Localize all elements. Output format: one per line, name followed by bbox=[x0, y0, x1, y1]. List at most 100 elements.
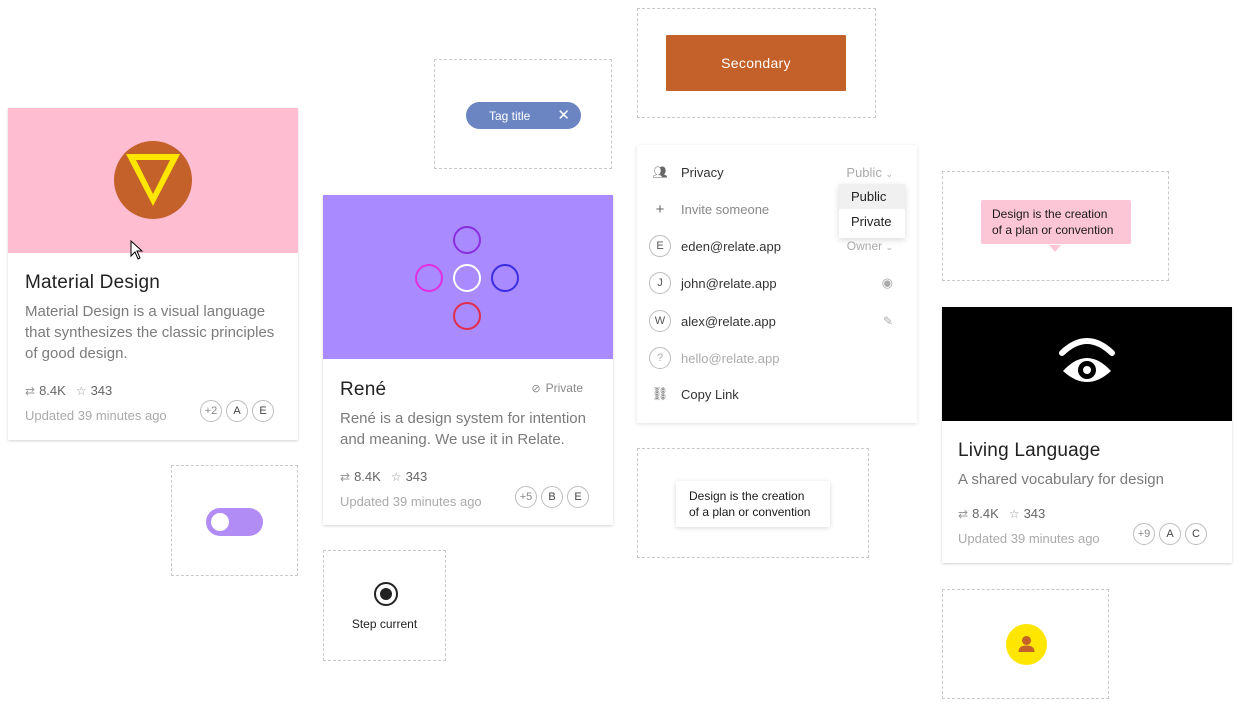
copy-link-label[interactable]: Copy Link bbox=[681, 387, 739, 402]
privacy-select[interactable]: Public ⌄ bbox=[846, 165, 893, 180]
avatar-more[interactable]: +2 bbox=[200, 400, 222, 422]
card-stats: ⇄ 8.4K ☆ 343 bbox=[25, 383, 112, 398]
privacy-dropdown[interactable]: Public Private bbox=[839, 184, 905, 238]
eye-icon[interactable]: ◉ bbox=[882, 275, 893, 291]
member-email: hello@relate.app bbox=[681, 350, 780, 366]
star-count: 343 bbox=[405, 469, 428, 484]
avatar-more[interactable]: +9 bbox=[1133, 523, 1155, 545]
step-label: Step current bbox=[351, 617, 418, 631]
fork-count: 8.4K bbox=[39, 383, 66, 398]
privacy-label: Privacy bbox=[681, 164, 724, 180]
tag-frame: Tag title ✕ bbox=[434, 59, 612, 169]
fork-icon: ⇄ bbox=[958, 506, 969, 521]
member-row[interactable]: J john@relate.app ◉ bbox=[649, 270, 905, 296]
avatar[interactable]: C bbox=[1185, 523, 1207, 545]
member-avatar: W bbox=[649, 310, 671, 332]
people-icon: 👥︎ bbox=[652, 165, 668, 179]
member-avatar: J bbox=[649, 272, 671, 294]
fork-count: 8.4K bbox=[972, 506, 999, 521]
tag-chip: Tag title ✕ bbox=[466, 102, 581, 129]
fork-icon: ⇄ bbox=[340, 469, 351, 484]
card-description: A shared vocabulary for design bbox=[958, 471, 1164, 488]
tag-label: Tag title bbox=[489, 108, 531, 123]
fork-icon: ⇄ bbox=[25, 383, 36, 398]
material-logo-icon bbox=[114, 141, 192, 219]
privacy-value: Public bbox=[846, 164, 882, 180]
member-email: john@relate.app bbox=[681, 275, 777, 291]
avatar-frame bbox=[942, 589, 1109, 699]
rene-logo-icon bbox=[415, 226, 519, 330]
avatar[interactable]: B bbox=[541, 486, 563, 508]
avatar[interactable]: A bbox=[1159, 523, 1181, 545]
member-email: eden@relate.app bbox=[681, 238, 781, 254]
avatar[interactable]: E bbox=[252, 400, 274, 422]
eye-off-icon: ⊘ bbox=[531, 382, 541, 395]
tooltip-frame: Design is the creation of a plan or conv… bbox=[637, 448, 869, 558]
tooltip-frame: Design is the creation of a plan or conv… bbox=[942, 171, 1169, 281]
card-title: René bbox=[340, 379, 387, 400]
updated-text: Updated 39 minutes ago bbox=[958, 531, 1100, 546]
updated-text: Updated 39 minutes ago bbox=[340, 494, 482, 509]
star-count: 343 bbox=[1023, 506, 1046, 521]
card-media bbox=[942, 307, 1232, 421]
tooltip-white: Design is the creation of a plan or conv… bbox=[676, 481, 830, 527]
chevron-down-icon: ⌄ bbox=[885, 168, 893, 179]
user-avatar[interactable] bbox=[1006, 624, 1047, 665]
star-icon: ☆ bbox=[390, 469, 402, 484]
visibility-label: Private bbox=[545, 381, 583, 395]
updated-text: Updated 39 minutes ago bbox=[25, 408, 167, 423]
role-value: Owner bbox=[846, 239, 883, 253]
person-icon bbox=[1018, 636, 1035, 652]
member-avatar: E bbox=[649, 235, 671, 257]
visibility-badge: ⊘ Private bbox=[531, 381, 583, 395]
pencil-icon[interactable]: ✎ bbox=[883, 314, 893, 328]
button-frame: Secondary bbox=[637, 8, 876, 118]
toggle-switch[interactable] bbox=[206, 508, 263, 536]
avatar-more[interactable]: +5 bbox=[515, 486, 537, 508]
card-description: Material Design is a visual language tha… bbox=[25, 303, 275, 362]
card-title: Living Language bbox=[958, 440, 1101, 461]
star-count: 343 bbox=[90, 383, 113, 398]
tooltip-pink: Design is the creation of a plan or conv… bbox=[981, 200, 1131, 244]
avatar-group[interactable]: +2 A E bbox=[200, 400, 274, 422]
mouse-cursor-icon bbox=[130, 240, 144, 260]
member-email: alex@relate.app bbox=[681, 313, 776, 329]
dropdown-option[interactable]: Public bbox=[839, 184, 905, 209]
invite-input[interactable]: Invite someone bbox=[681, 202, 769, 217]
toggle-frame bbox=[171, 465, 298, 576]
fork-count: 8.4K bbox=[354, 469, 381, 484]
copy-link-row[interactable]: ⛓︎ Copy Link bbox=[649, 381, 905, 407]
avatar[interactable]: A bbox=[226, 400, 248, 422]
card-title: Material Design bbox=[25, 272, 160, 293]
secondary-button[interactable]: Secondary bbox=[666, 35, 846, 91]
plus-icon: + bbox=[655, 200, 665, 218]
card-stats: ⇄ 8.4K ☆ 343 bbox=[958, 506, 1045, 521]
eye-logo-icon bbox=[1059, 338, 1115, 382]
card-material-design[interactable]: Material Design Material Design is a vis… bbox=[8, 108, 298, 440]
step-frame: Step current bbox=[323, 550, 446, 661]
chevron-down-icon: ⌄ bbox=[885, 242, 893, 252]
radio-selected-icon[interactable] bbox=[373, 581, 399, 607]
toggle-knob bbox=[211, 513, 229, 531]
link-icon: ⛓︎ bbox=[651, 386, 669, 401]
card-description: René is a design system for intention an… bbox=[340, 410, 586, 448]
member-avatar: ? bbox=[649, 347, 671, 369]
avatar-group[interactable]: +9 A C bbox=[1133, 523, 1207, 545]
card-rene[interactable]: René ⊘ Private René is a design system f… bbox=[323, 195, 613, 525]
member-row[interactable]: ? hello@relate.app bbox=[649, 345, 905, 371]
avatar[interactable]: E bbox=[567, 486, 589, 508]
card-living-language[interactable]: Living Language A shared vocabulary for … bbox=[942, 307, 1232, 563]
card-media bbox=[8, 108, 298, 260]
avatar-group[interactable]: +5 B E bbox=[515, 486, 589, 508]
close-icon[interactable]: ✕ bbox=[557, 108, 570, 123]
card-media bbox=[323, 195, 613, 359]
star-icon: ☆ bbox=[75, 383, 87, 398]
star-icon: ☆ bbox=[1008, 506, 1020, 521]
role-select[interactable]: Owner ⌄ bbox=[847, 239, 893, 253]
share-panel: 👥︎ Privacy Public ⌄ + Invite someone E e… bbox=[637, 145, 917, 423]
tooltip-arrow bbox=[1049, 245, 1061, 252]
card-stats: ⇄ 8.4K ☆ 343 bbox=[340, 469, 427, 484]
privacy-row[interactable]: 👥︎ Privacy Public ⌄ bbox=[649, 159, 905, 185]
member-row[interactable]: W alex@relate.app ✎ bbox=[649, 308, 905, 334]
dropdown-option[interactable]: Private bbox=[839, 209, 905, 234]
